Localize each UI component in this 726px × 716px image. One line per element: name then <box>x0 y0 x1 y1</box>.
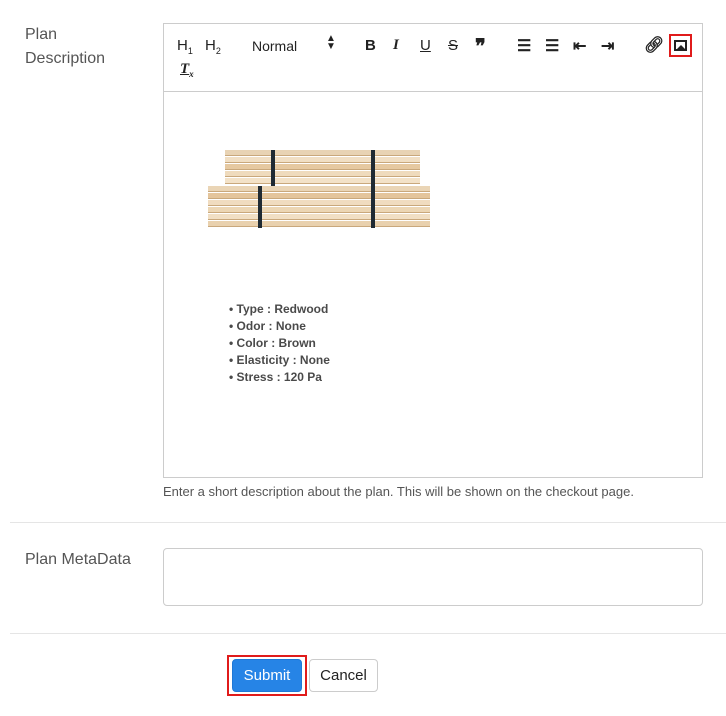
clear-format-button[interactable]: Tx <box>180 61 194 79</box>
plan-metadata-input[interactable] <box>163 548 703 606</box>
format-select[interactable]: Normal <box>252 38 297 54</box>
plan-description-label: Plan Description <box>25 23 105 71</box>
underline-button[interactable]: U <box>420 37 431 54</box>
label-line: Plan <box>25 26 58 43</box>
submit-button[interactable]: Submit <box>232 659 302 692</box>
italic-button[interactable]: I <box>393 37 399 54</box>
quote-button[interactable]: ❞ <box>475 34 486 59</box>
outdent-icon[interactable]: ⇤ <box>573 36 586 56</box>
image-icon <box>674 40 687 51</box>
indent-icon[interactable]: ⇥ <box>601 36 614 56</box>
image-button[interactable] <box>669 34 692 57</box>
divider <box>10 522 726 523</box>
cancel-button[interactable]: Cancel <box>309 659 378 692</box>
list-item: Stress : 120 Pa <box>229 369 330 386</box>
list-item: Type : Redwood <box>229 301 330 318</box>
plan-metadata-label: Plan MetaData <box>25 551 131 568</box>
list-item: Color : Brown <box>229 335 330 352</box>
divider <box>10 633 726 634</box>
rich-text-editor: H1 H2 Normal ▲ ▼ B I U S ❞ ☰ ☰ ⇤ ⇥ 🔗︎ Tx <box>163 23 703 478</box>
list-item: Odor : None <box>229 318 330 335</box>
list-item: Elasticity : None <box>229 352 330 369</box>
ordered-list-icon[interactable]: ☰ <box>517 36 531 56</box>
link-icon[interactable]: 🔗︎ <box>644 35 664 55</box>
h2-button[interactable]: H2 <box>205 37 221 56</box>
label-line: Description <box>25 50 106 67</box>
bold-button[interactable]: B <box>365 37 376 54</box>
lumber-image <box>208 150 430 232</box>
description-help-text: Enter a short description about the plan… <box>163 484 634 499</box>
select-arrows-icon[interactable]: ▲ ▼ <box>326 34 336 52</box>
strike-button[interactable]: S <box>448 37 458 54</box>
bullet-list-icon[interactable]: ☰ <box>545 36 559 56</box>
plan-attributes-list: Type : Redwood Odor : None Color : Brown… <box>229 301 330 386</box>
editor-toolbar: H1 H2 Normal ▲ ▼ B I U S ❞ ☰ ☰ ⇤ ⇥ 🔗︎ Tx <box>164 24 702 92</box>
h1-button[interactable]: H1 <box>177 37 193 56</box>
